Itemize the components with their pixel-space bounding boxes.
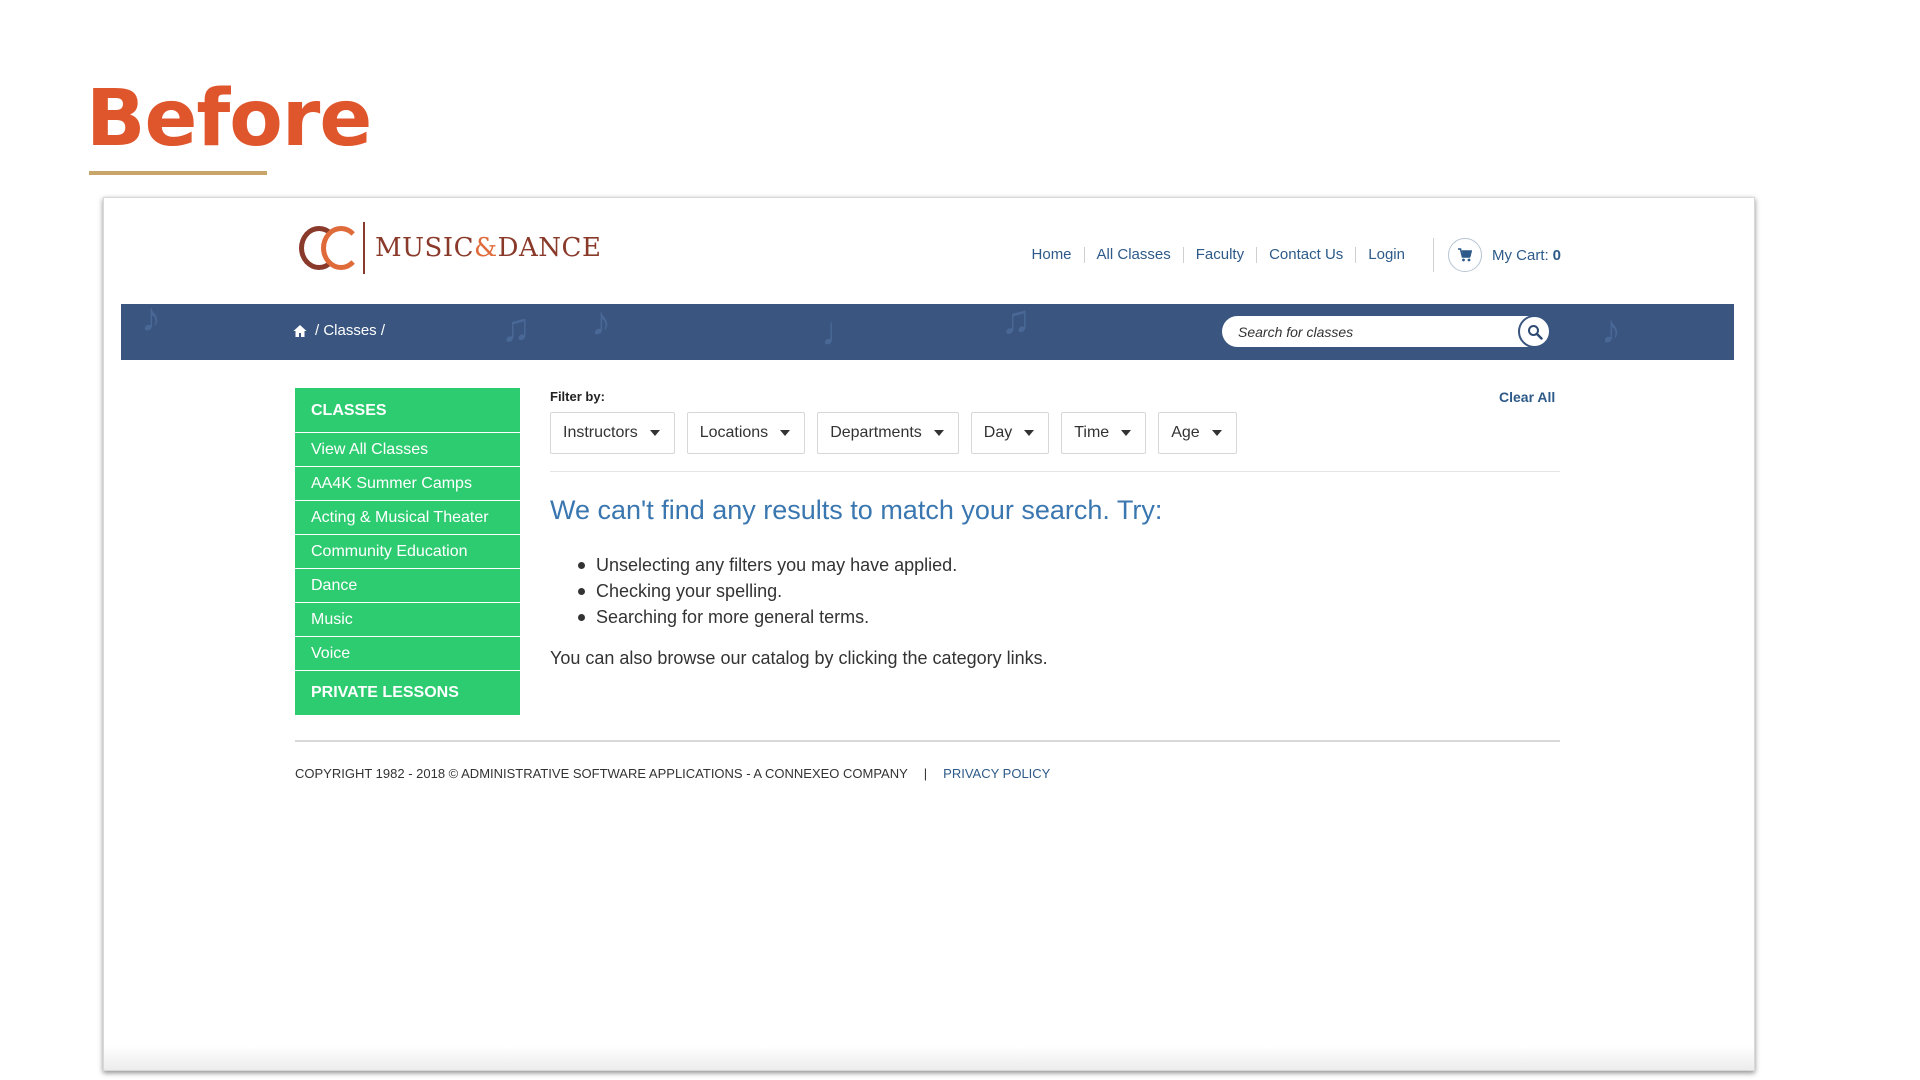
- caret-down-icon: [1024, 430, 1035, 436]
- breadcrumb: / Classes /: [293, 322, 385, 339]
- privacy-policy-link[interactable]: PRIVACY POLICY: [943, 766, 1050, 781]
- sidebar-heading-private-lessons[interactable]: PRIVATE LESSONS: [295, 671, 520, 715]
- search-button[interactable]: [1518, 315, 1551, 348]
- filter-locations[interactable]: Locations: [686, 412, 806, 454]
- title-underline: [89, 171, 267, 175]
- sidebar-item-community[interactable]: Community Education: [295, 535, 520, 569]
- banner: ♪ ♫ ♪ ♩ ♫ ♪ / Classes /: [121, 304, 1734, 360]
- sidebar-item-view-all[interactable]: View All Classes: [295, 433, 520, 467]
- filter-label: Filter by:: [550, 389, 605, 404]
- filter-day[interactable]: Day: [970, 412, 1050, 454]
- clear-all-link[interactable]: Clear All: [1499, 389, 1555, 405]
- caret-down-icon: [1211, 430, 1222, 436]
- site-logo[interactable]: MUSIC&DANCE: [299, 220, 601, 276]
- footer-divider: [295, 740, 1560, 742]
- nav-login[interactable]: Login: [1356, 247, 1425, 263]
- browse-hint: You can also browse our catalog by click…: [550, 648, 1048, 668]
- nav-all-classes[interactable]: All Classes: [1085, 247, 1184, 263]
- logo-mark: [299, 220, 369, 276]
- category-sidebar: CLASSES View All Classes AA4K Summer Cam…: [295, 388, 520, 715]
- footer-separator: |: [923, 766, 928, 781]
- search-box: [1222, 315, 1551, 348]
- sidebar-item-voice[interactable]: Voice: [295, 637, 520, 671]
- caret-down-icon: [933, 430, 944, 436]
- filter-departments[interactable]: Departments: [817, 412, 959, 454]
- search-icon: [1527, 324, 1543, 340]
- sidebar-item-dance[interactable]: Dance: [295, 569, 520, 603]
- search-input[interactable]: [1238, 323, 1508, 340]
- cart-link[interactable]: My Cart: 0: [1432, 238, 1561, 272]
- suggestion-item: Searching for more general terms.: [574, 604, 957, 630]
- caret-down-icon: [780, 430, 791, 436]
- slide-title: Before: [86, 74, 372, 164]
- caret-down-icon: [1121, 430, 1132, 436]
- sidebar-item-acting[interactable]: Acting & Musical Theater: [295, 501, 520, 535]
- browser-frame: MUSIC&DANCE Home All Classes Faculty Con…: [103, 197, 1755, 1071]
- music-note-icon: ♩: [821, 310, 861, 354]
- suggestion-item: Checking your spelling.: [574, 578, 957, 604]
- filter-time[interactable]: Time: [1061, 412, 1147, 454]
- nav-home[interactable]: Home: [1020, 247, 1085, 263]
- nav-contact-us[interactable]: Contact Us: [1257, 247, 1357, 263]
- filter-age[interactable]: Age: [1158, 412, 1237, 454]
- music-note-icon: ♫: [1001, 304, 1031, 342]
- sidebar-heading-classes[interactable]: CLASSES: [295, 388, 520, 433]
- filter-instructors[interactable]: Instructors: [550, 412, 675, 454]
- nav-faculty[interactable]: Faculty: [1184, 247, 1258, 263]
- cart-icon: [1447, 238, 1482, 272]
- suggestion-list: Unselecting any filters you may have app…: [574, 552, 957, 630]
- music-note-icon: ♪: [591, 304, 611, 344]
- music-note-icon: ♫: [501, 306, 531, 350]
- divider: [550, 471, 1560, 472]
- cart-count: 0: [1552, 246, 1561, 264]
- filter-bar: Instructors Locations Departments Day Ti…: [550, 412, 1249, 454]
- music-note-icon: ♪: [1601, 308, 1621, 352]
- top-nav: Home All Classes Faculty Contact Us Logi…: [1020, 238, 1561, 272]
- music-note-icon: ♪: [141, 304, 161, 340]
- suggestion-item: Unselecting any filters you may have app…: [574, 552, 957, 578]
- copyright-text: COPYRIGHT 1982 - 2018 © ADMINISTRATIVE S…: [295, 766, 908, 781]
- sidebar-item-summer-camps[interactable]: AA4K Summer Camps: [295, 467, 520, 501]
- bottom-fade: [104, 1046, 1754, 1070]
- no-results-message: We can't find any results to match your …: [550, 495, 1163, 525]
- caret-down-icon: [649, 430, 660, 436]
- logo-text: MUSIC&DANCE: [375, 233, 602, 263]
- breadcrumb-text[interactable]: / Classes /: [315, 322, 385, 339]
- cart-label: My Cart:: [1491, 246, 1549, 264]
- footer: COPYRIGHT 1982 - 2018 © ADMINISTRATIVE S…: [295, 766, 1050, 781]
- sidebar-item-music[interactable]: Music: [295, 603, 520, 637]
- home-icon[interactable]: [293, 324, 307, 338]
